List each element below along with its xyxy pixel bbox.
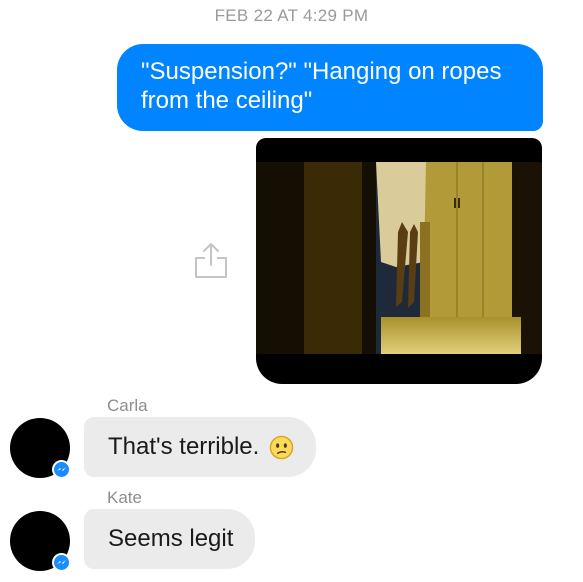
messenger-icon [57, 560, 66, 564]
sender-name-carla: Carla [107, 396, 148, 415]
outgoing-message-bubble[interactable]: "Suspension?" "Hanging on ropes from the… [117, 44, 543, 131]
sender-name-kate: Kate [107, 488, 142, 507]
thread-timestamp: FEB 22 AT 4:29 PM [214, 6, 369, 25]
message-text: That's terrible. [108, 433, 260, 460]
video-attachment[interactable] [256, 138, 542, 384]
avatar-kate[interactable] [10, 511, 71, 572]
messenger-badge [52, 553, 71, 572]
incoming-message-bubble[interactable]: Seems legit [84, 509, 256, 569]
avatar-carla[interactable] [10, 418, 71, 479]
incoming-message-bubble[interactable]: That's terrible. [84, 417, 317, 477]
confused-face-icon [270, 435, 294, 459]
messenger-badge [52, 460, 71, 479]
messenger-icon [57, 467, 66, 471]
message-text: Seems legit [108, 525, 234, 552]
share-icon[interactable] [194, 240, 228, 280]
video-thumbnail [256, 162, 542, 354]
